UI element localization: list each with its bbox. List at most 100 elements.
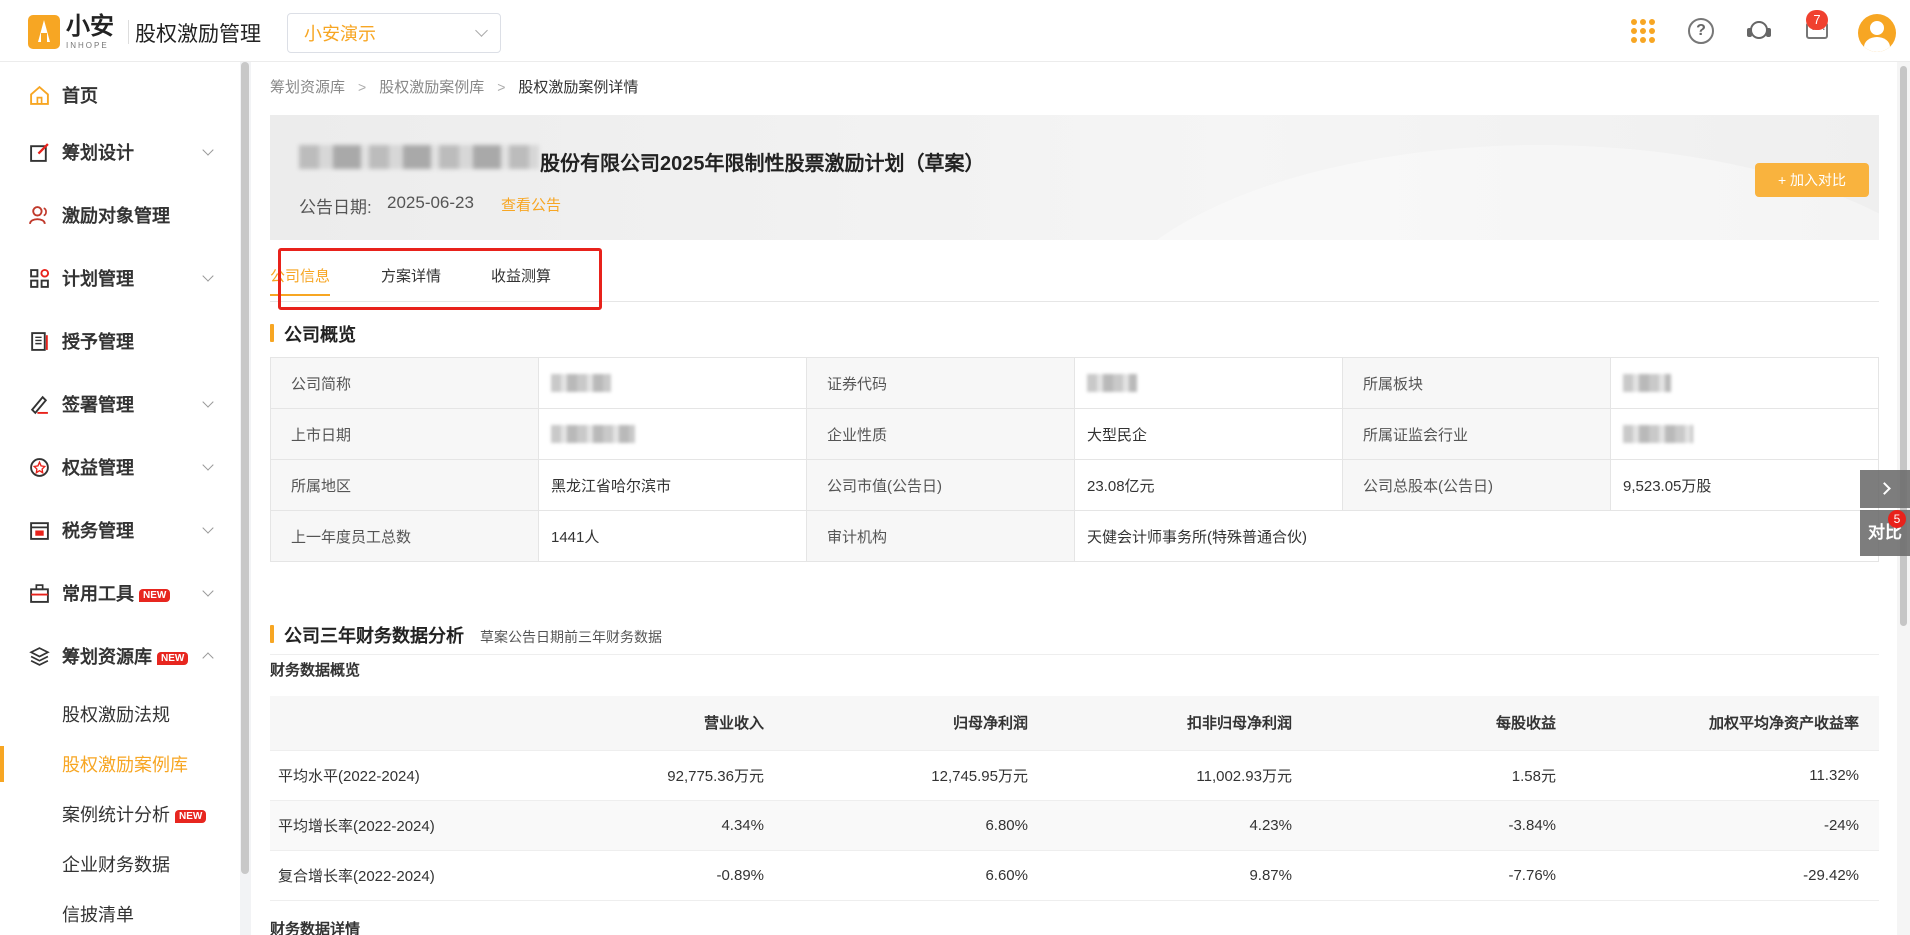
- chevron-down-icon: [202, 144, 214, 156]
- logo-mark-icon: [28, 15, 60, 49]
- table-cell: -7.76%: [1312, 850, 1576, 901]
- table-value: 大型民企: [1074, 408, 1343, 460]
- logo[interactable]: 小安 INHOPE: [28, 14, 129, 50]
- users-icon: [29, 205, 47, 224]
- table-label: 审计机构: [806, 510, 1075, 562]
- section-title-overview: 公司概览: [270, 321, 356, 347]
- chevron-up-icon: [202, 652, 214, 664]
- sign-icon: [30, 395, 48, 414]
- row-label: 平均增长率(2022-2024): [270, 800, 520, 851]
- table-value-redacted: [538, 408, 807, 460]
- sidebar-item-home[interactable]: 首页: [0, 70, 240, 120]
- layers-icon: [29, 646, 50, 666]
- sidebar-subitem-disclosure-list[interactable]: 信披清单: [0, 889, 240, 935]
- table-label: 公司总股本(公告日): [1342, 459, 1611, 511]
- table-cell: 6.60%: [784, 850, 1048, 901]
- badge-icon: [30, 457, 49, 477]
- customer-service-icon[interactable]: [1746, 18, 1772, 44]
- section-subtitle: 草案公告日期前三年财务数据: [480, 629, 662, 645]
- sidebar-subitem-regulations[interactable]: 股权激励法规: [0, 689, 240, 739]
- tabs-highlight-box: [278, 248, 602, 310]
- new-badge: NEW: [157, 652, 189, 665]
- table-cell: 92,775.36万元: [520, 750, 784, 801]
- sidebar-subitem-case-library[interactable]: 股权激励案例库: [0, 739, 240, 789]
- sidebar-scrollbar[interactable]: [240, 62, 250, 935]
- app-title: 股权激励管理: [135, 23, 261, 46]
- logo-text: 小安: [66, 13, 114, 40]
- top-header: 小安 INHOPE 股权激励管理 小安演示 ? 7: [0, 0, 1910, 62]
- logo-divider: [128, 20, 129, 44]
- sidebar-item-incentive-targets[interactable]: 激励对象管理: [0, 190, 240, 240]
- table-row: 上一年度员工总数 1441人 审计机构 天健会计师事务所(特殊普通合伙): [270, 510, 1879, 562]
- table-header: 每股收益: [1312, 696, 1576, 751]
- compare-count-badge: 5: [1888, 510, 1906, 528]
- float-expand-button[interactable]: [1860, 470, 1910, 508]
- financial-overview-label: 财务数据概览: [270, 662, 361, 679]
- table-value-redacted: [1074, 357, 1343, 409]
- org-select[interactable]: 小安演示: [287, 13, 501, 53]
- table-cell: -29.42%: [1576, 850, 1879, 901]
- sidebar-item-equity-management[interactable]: 权益管理: [0, 442, 240, 492]
- breadcrumb-item[interactable]: 股权激励案例库: [379, 76, 484, 97]
- chevron-down-icon: [202, 270, 214, 282]
- chevron-down-icon: [202, 459, 214, 471]
- sidebar-item-signing[interactable]: 签署管理: [0, 379, 240, 429]
- table-row: 复合增长率(2022-2024) -0.89% 6.60% 9.87% -7.7…: [270, 850, 1879, 901]
- sidebar: 首页 筹划设计 激励对象管理 计划管理 授予管理 签署管理 权益管理 税务管理 …: [0, 62, 240, 935]
- avatar[interactable]: [1858, 14, 1896, 52]
- sidebar-item-common-tools[interactable]: 常用工具 NEW: [0, 568, 240, 618]
- home-icon: [30, 85, 49, 105]
- table-value-redacted: [538, 357, 807, 409]
- table-value: 黑龙江省哈尔滨市: [538, 459, 807, 511]
- sidebar-item-grant-management[interactable]: 授予管理: [0, 316, 240, 366]
- announcement-date-label: 公告日期:: [299, 198, 372, 217]
- table-header: [270, 696, 520, 751]
- sidebar-item-plan-management[interactable]: 计划管理: [0, 253, 240, 303]
- main-content: 筹划资源库 > 股权激励案例库 > 股权激励案例详情 股份有限公司2025年限制…: [251, 62, 1897, 935]
- sidebar-item-planning[interactable]: 筹划设计: [0, 127, 240, 177]
- table-value: 天健会计师事务所(特殊普通合伙): [1074, 510, 1879, 562]
- table-row: 公司简称 证券代码 所属板块: [270, 357, 1879, 409]
- sidebar-scrollbar-thumb[interactable]: [241, 62, 249, 874]
- table-value: 9,523.05万股: [1610, 459, 1879, 511]
- apps-grid-icon[interactable]: [1630, 18, 1656, 44]
- message-count-badge: 7: [1806, 10, 1828, 30]
- table-row: 上市日期 企业性质 大型民企 所属证监会行业: [270, 408, 1879, 460]
- org-select-value: 小安演示: [304, 24, 376, 44]
- sidebar-item-resource-library[interactable]: 筹划资源库 NEW: [0, 631, 240, 681]
- apps-icon: [30, 268, 50, 288]
- table-label: 所属证监会行业: [1342, 408, 1611, 460]
- chevron-down-icon: [202, 522, 214, 534]
- sidebar-item-tax-management[interactable]: 税务管理: [0, 505, 240, 555]
- table-cell: 11,002.93万元: [1048, 750, 1312, 801]
- sidebar-item-label: 筹划资源库: [62, 647, 152, 667]
- section-divider: [270, 654, 1879, 655]
- company-overview-table: 公司简称 证券代码 所属板块 上市日期 企业性质 大型民企 所属证监会行业 所属…: [270, 357, 1879, 562]
- table-cell: 1.58元: [1312, 750, 1576, 801]
- table-header: 营业收入: [520, 696, 784, 751]
- table-header: 加权平均净资产收益率: [1576, 696, 1879, 751]
- sidebar-subitem-financial-data[interactable]: 企业财务数据: [0, 839, 240, 889]
- breadcrumb: 筹划资源库 > 股权激励案例库 > 股权激励案例详情: [270, 76, 638, 97]
- sidebar-subitem-case-statistics[interactable]: 案例统计分析 NEW: [0, 789, 240, 839]
- announcement-date: 2025-06-23: [387, 193, 474, 212]
- table-cell: -3.84%: [1312, 800, 1576, 851]
- table-row: 平均增长率(2022-2024) 4.34% 6.80% 4.23% -3.84…: [270, 800, 1879, 851]
- chevron-down-icon: [475, 24, 488, 37]
- breadcrumb-item[interactable]: 筹划资源库: [270, 76, 345, 97]
- table-header: 归母净利润: [784, 696, 1048, 751]
- table-label: 上一年度员工总数: [270, 510, 539, 562]
- table-row: 所属地区 黑龙江省哈尔滨市 公司市值(公告日) 23.08亿元 公司总股本(公告…: [270, 459, 1879, 511]
- new-badge: NEW: [139, 589, 171, 602]
- view-announcement-link[interactable]: 查看公告: [501, 194, 561, 215]
- new-badge: NEW: [175, 810, 207, 823]
- table-value-redacted: [1610, 357, 1879, 409]
- table-value-redacted: [1610, 408, 1879, 460]
- financial-overview-table: 营业收入 归母净利润 扣非归母净利润 每股收益 加权平均净资产收益率 平均水平(…: [270, 696, 1879, 901]
- table-label: 证券代码: [806, 357, 1075, 409]
- add-to-compare-button[interactable]: + 加入对比: [1755, 163, 1869, 197]
- table-label: 公司简称: [270, 357, 539, 409]
- table-value: 23.08亿元: [1074, 459, 1343, 511]
- financial-detail-label: 财务数据详情: [270, 921, 361, 935]
- help-icon[interactable]: ?: [1688, 18, 1714, 44]
